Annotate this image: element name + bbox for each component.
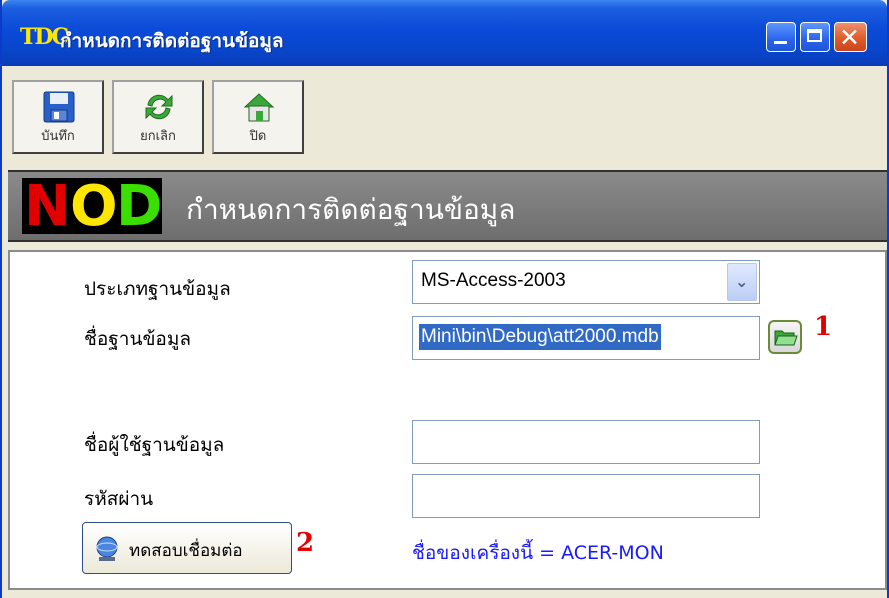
db-user-field[interactable] <box>412 420 760 464</box>
home-icon <box>243 93 275 122</box>
nod-logo: N O D <box>22 174 163 239</box>
close-icon: ✕ <box>839 23 860 52</box>
window-title: กำหนดการติดต่อฐานข้อมูล <box>60 30 284 52</box>
db-name-label: ชื่อฐานข้อมูล <box>84 328 192 350</box>
app-window: TDC กำหนดการติดต่อฐานข้อมูล ✕ บันทึก ยกเ… <box>0 0 889 598</box>
cancel-button[interactable]: ยกเลิก <box>112 80 204 154</box>
close-form-button-label: ปิด <box>249 129 267 144</box>
maximize-icon <box>807 29 822 42</box>
close-button[interactable]: ✕ <box>834 22 867 52</box>
title-bar[interactable]: TDC กำหนดการติดต่อฐานข้อมูล ✕ <box>2 0 887 66</box>
minimize-button[interactable] <box>766 22 796 52</box>
minimize-icon <box>774 41 787 44</box>
nod-logo-d: D <box>116 174 163 239</box>
nod-logo-n: N <box>24 174 71 239</box>
db-type-select[interactable]: MS-Access-2003 ⌄ <box>412 260 760 304</box>
callout-marker-2: 2 <box>296 528 315 558</box>
machine-name-text: ชื่อของเครื่องนี้ = ACER-MON <box>412 542 664 564</box>
save-disk-icon <box>43 91 75 123</box>
nod-logo-o: O <box>70 174 118 239</box>
test-connection-button[interactable]: ทดสอบเชื่อมต่อ <box>82 522 292 574</box>
password-field[interactable] <box>412 474 760 518</box>
network-globe-icon <box>96 536 118 561</box>
header-banner: N O D กำหนดการติดต่อฐานข้อมูล <box>8 170 887 242</box>
folder-open-icon <box>774 330 798 346</box>
browse-button[interactable] <box>768 320 802 354</box>
form-panel: ประเภทฐานข้อมูล MS-Access-2003 ⌄ ชื่อฐาน… <box>8 250 887 590</box>
dropdown-button[interactable]: ⌄ <box>727 263 757 301</box>
test-connection-label: ทดสอบเชื่อมต่อ <box>129 541 243 561</box>
save-button[interactable]: บันทึก <box>12 80 104 154</box>
refresh-arrows-icon <box>145 94 173 120</box>
db-name-field[interactable]: Mini\bin\Debug\att2000.mdb <box>412 316 760 360</box>
close-form-button[interactable]: ปิด <box>212 80 304 154</box>
callout-marker-1: 1 <box>814 312 833 342</box>
save-button-label: บันทึก <box>41 129 75 144</box>
banner-title: กำหนดการติดต่อฐานข้อมูล <box>186 193 516 226</box>
db-user-label: ชื่อผู้ใช้ฐานข้อมูล <box>84 434 225 456</box>
db-type-label: ประเภทฐานข้อมูล <box>84 278 231 300</box>
db-name-value: Mini\bin\Debug\att2000.mdb <box>419 324 661 350</box>
db-type-value: MS-Access-2003 <box>421 270 566 291</box>
password-label: รหัสผ่าน <box>84 488 154 510</box>
chevron-down-icon: ⌄ <box>735 272 749 291</box>
maximize-button[interactable] <box>800 22 830 52</box>
cancel-button-label: ยกเลิก <box>140 129 176 144</box>
toolbar: บันทึก ยกเลิก ปิด <box>2 66 887 164</box>
